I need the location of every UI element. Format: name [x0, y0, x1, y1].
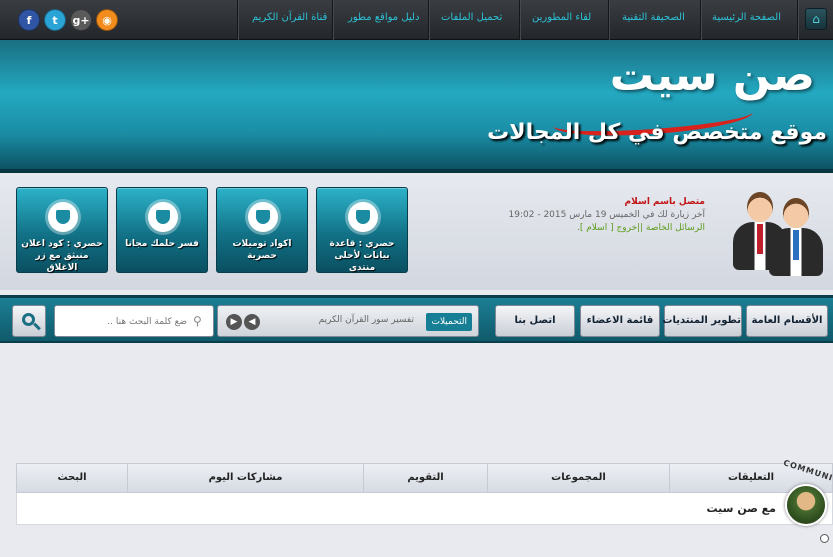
- chevron-right-icon[interactable]: ◀: [244, 314, 260, 330]
- community-toggle-icon[interactable]: [820, 534, 829, 543]
- menu-forum-dev-button[interactable]: تطوير المنتديات: [662, 305, 742, 337]
- last-visit-text: آخر زيارة لك في الخميس 19 مارس 2015 - 19…: [508, 210, 705, 220]
- tile-label: فسر حلمك مجانا: [125, 239, 199, 249]
- nav-link-sites-directory[interactable]: دليل مواقع مطور: [348, 12, 419, 23]
- content-text: مع صن سيت: [706, 502, 776, 515]
- search-button[interactable]: [12, 305, 46, 337]
- nav-divider: [700, 0, 701, 40]
- featured-tile[interactable]: حصري : كود اعلان منبثق مع زر الاغلاق: [16, 187, 108, 273]
- stats-content-row: مع صن سيت: [16, 493, 833, 525]
- user-links[interactable]: الرسائل الخاصة ||خروج [ اسلام ].: [405, 222, 705, 235]
- search-box: ⚲: [54, 305, 214, 337]
- community-avatar: [785, 484, 827, 526]
- users-avatar-icon: [731, 186, 827, 278]
- news-ticker: التحميلات تفسير سور القرآن الكريم ◀ ▶: [217, 305, 479, 337]
- menu-members-list-button[interactable]: قائمة الاعضاء: [580, 305, 660, 337]
- tab-today-posts[interactable]: مشاركات اليوم: [127, 464, 363, 492]
- tab-calendar[interactable]: التقويم: [363, 464, 487, 492]
- community-badge[interactable]: COMMUNITY: [780, 458, 833, 550]
- tile-label: حصري : كود اعلان منبثق مع زر الاغلاق: [21, 239, 103, 273]
- ticker-text[interactable]: تفسير سور القرآن الكريم: [319, 315, 414, 325]
- featured-tile[interactable]: فسر حلمك مجانا: [116, 187, 208, 273]
- twitter-icon[interactable]: t: [44, 9, 66, 31]
- nav-link-developers[interactable]: لقاء المطورين: [532, 12, 591, 23]
- nav-divider: [797, 0, 798, 40]
- shield-icon: [348, 202, 378, 232]
- featured-tile[interactable]: حصري : قاعدة بيانات لأحلى منتدى: [316, 187, 408, 273]
- nav-divider: [608, 0, 609, 40]
- shield-icon: [48, 202, 78, 232]
- featured-tile[interactable]: اكواد توميلات حصرية: [216, 187, 308, 273]
- site-slogan: موقع متخصص في كل المجالات: [487, 120, 827, 145]
- nav-link-quran-channel[interactable]: قناة القرآن الكريم: [252, 12, 327, 23]
- tile-label: اكواد توميلات حصرية: [232, 239, 292, 261]
- home-icon[interactable]: ⌂: [805, 8, 827, 30]
- tab-groups[interactable]: المجموعات: [487, 464, 669, 492]
- nav-divider: [332, 0, 333, 40]
- tile-label: حصري : قاعدة بيانات لأحلى منتدى: [329, 239, 395, 273]
- site-logo[interactable]: صن سيت: [610, 50, 815, 101]
- tab-search[interactable]: البحث: [17, 464, 127, 492]
- ticker-tag[interactable]: التحميلات: [426, 313, 472, 331]
- menu-general-sections-button[interactable]: الأقسام العامة: [746, 305, 828, 337]
- shield-icon: [248, 202, 278, 232]
- nav-link-tech-paper[interactable]: الصحيفة التقنية: [622, 12, 685, 23]
- nav-divider: [519, 0, 520, 40]
- nav-divider: [428, 0, 429, 40]
- google-plus-icon[interactable]: g+: [70, 9, 92, 31]
- facebook-icon[interactable]: f: [18, 9, 40, 31]
- welcome-box: متصل باسم اسلام آخر زيارة لك في الخميس 1…: [405, 196, 705, 235]
- rss-icon[interactable]: ◉: [96, 9, 118, 31]
- nav-link-downloads[interactable]: تحميل الملفات: [441, 12, 502, 23]
- shield-icon: [148, 202, 178, 232]
- main-menu-bar: الأقسام العامة تطوير المنتديات قائمة الا…: [0, 295, 833, 343]
- site-banner: صن سيت موقع متخصص في كل المجالات: [0, 40, 833, 173]
- search-input[interactable]: [59, 312, 187, 332]
- user-figure: [767, 198, 825, 278]
- nav-divider: [237, 0, 238, 40]
- chevron-left-icon[interactable]: ▶: [226, 314, 242, 330]
- user-info-strip: متصل باسم اسلام آخر زيارة لك في الخميس 1…: [0, 174, 833, 290]
- search-icon: ⚲: [193, 314, 202, 328]
- logged-in-username[interactable]: متصل باسم اسلام: [405, 196, 705, 209]
- nav-link-home[interactable]: الصفحة الرئيسية: [712, 12, 781, 23]
- menu-contact-button[interactable]: اتصل بنا: [495, 305, 575, 337]
- top-navigation: ⌂ الصفحة الرئيسية الصحيفة التقنية لقاء ا…: [0, 0, 833, 40]
- stats-header: التعليقات المجموعات التقويم مشاركات اليو…: [16, 463, 833, 493]
